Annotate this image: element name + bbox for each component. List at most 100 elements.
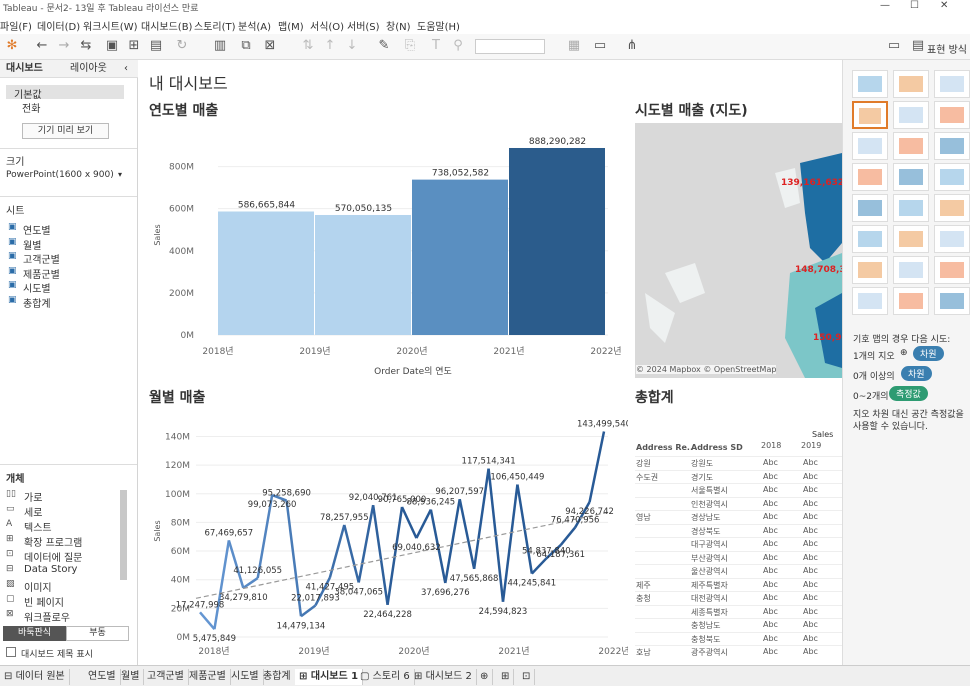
chart-type-thumbnail[interactable]	[934, 132, 970, 160]
chart-type-thumbnail[interactable]	[893, 225, 929, 253]
pause-update-icon[interactable]: ▤	[148, 38, 164, 54]
group-icon[interactable]: ⎘	[402, 38, 418, 54]
tab-layout[interactable]: 레이아웃	[70, 60, 107, 78]
chart-type-thumbnail[interactable]	[893, 163, 929, 191]
show-title-checkbox[interactable]	[6, 647, 16, 657]
menu-analysis[interactable]: 분석(A)	[238, 18, 271, 33]
chart-type-thumbnail[interactable]	[852, 163, 888, 191]
collapse-icon[interactable]: ‹	[124, 60, 128, 78]
datasource-tab[interactable]: ⊟ 데이터 원본	[0, 669, 70, 685]
clear-sheet-icon[interactable]: ⊠	[262, 38, 278, 54]
chart-type-thumbnail[interactable]	[852, 194, 888, 222]
sheet-tab[interactable]: 고객군별	[143, 669, 189, 685]
refresh-icon[interactable]: ↻	[174, 38, 190, 54]
new-datasource-icon[interactable]: ⊞	[126, 38, 142, 54]
show-me-label[interactable]: 표현 방식	[927, 41, 967, 56]
chart-type-thumbnail[interactable]	[893, 70, 929, 98]
crosstab[interactable]: Sales Address Re.. Address SD 2018 2019 …	[635, 410, 842, 665]
sheet-item[interactable]: 월별	[23, 237, 41, 252]
redo-icon[interactable]: →	[56, 38, 72, 54]
chart-type-thumbnail[interactable]	[852, 101, 888, 129]
chart-type-thumbnail[interactable]	[934, 163, 970, 191]
sheet-tab[interactable]: 총합계	[259, 669, 296, 685]
size-dropdown[interactable]: PowerPoint(1600 x 900)	[6, 170, 114, 180]
menu-data[interactable]: 데이터(D)	[37, 18, 80, 33]
chart-type-thumbnail[interactable]	[852, 70, 888, 98]
chart-type-thumbnail[interactable]	[934, 101, 970, 129]
new-worksheet-tab-icon[interactable]: ⊕	[476, 669, 494, 685]
story-tab[interactable]: ▢ 스토리 6	[356, 669, 415, 685]
monthly-sales-line-chart[interactable]: 0M20M40M60M80M100M120M140MSales2018년 2019…	[138, 405, 628, 665]
menu-story[interactable]: 스토리(T)	[194, 18, 236, 33]
object-item[interactable]: 이미지	[24, 579, 52, 594]
tableau-logo-icon[interactable]: ✻	[4, 38, 20, 54]
menu-format[interactable]: 서식(O)	[310, 18, 344, 33]
show-cards-icon[interactable]: ▦	[566, 38, 582, 54]
minimize-icon[interactable]: —	[880, 0, 890, 11]
sheet-item[interactable]: 제품군별	[23, 266, 60, 281]
menu-help[interactable]: 도움말(H)	[417, 18, 460, 33]
device-phone[interactable]: 전화	[22, 100, 40, 115]
save-icon[interactable]: ▣	[104, 38, 120, 54]
chart-type-thumbnail[interactable]	[893, 287, 929, 315]
chart-type-thumbnail[interactable]	[934, 194, 970, 222]
chart-type-thumbnail[interactable]	[852, 132, 888, 160]
sheet-item[interactable]: 총합계	[23, 295, 51, 310]
share-icon[interactable]: ⋔	[624, 38, 640, 54]
pin-icon[interactable]: ⚲	[450, 38, 466, 54]
chart-type-thumbnail[interactable]	[893, 132, 929, 160]
highlight-icon[interactable]: ✎	[376, 38, 392, 54]
duplicate-icon[interactable]: ⧉	[238, 38, 254, 54]
sheet-tab[interactable]: 연도별	[84, 669, 121, 685]
sheet-tab[interactable]: 제품군별	[185, 669, 231, 685]
new-dashboard-tab-icon[interactable]: ⊞	[497, 669, 515, 685]
dashboard-tab[interactable]: ⊞ 대시보드 2	[410, 669, 477, 685]
chart-type-thumbnail[interactable]	[893, 256, 929, 284]
chart-type-thumbnail[interactable]	[934, 70, 970, 98]
new-story-tab-icon[interactable]: ⊡	[518, 669, 536, 685]
float-toggle[interactable]: 부동	[66, 626, 129, 641]
device-preview-button[interactable]: 기기 미리 보기	[22, 123, 109, 139]
map-view[interactable]: 139,161,632 148,708,3 150,9 © 2024 Mapbo…	[635, 123, 842, 378]
menu-map[interactable]: 맵(M)	[278, 18, 304, 33]
menu-file[interactable]: 파일(F)	[0, 18, 32, 33]
presentation-icon[interactable]: ▭	[592, 38, 608, 54]
object-item[interactable]: 세로	[24, 504, 42, 519]
menu-window[interactable]: 창(N)	[386, 18, 410, 33]
maximize-icon[interactable]: ☐	[910, 0, 919, 11]
chart-type-thumbnail[interactable]	[934, 256, 970, 284]
object-item[interactable]: 가로	[24, 489, 42, 504]
menu-server[interactable]: 서버(S)	[347, 18, 380, 33]
object-item[interactable]: Data Story	[24, 564, 77, 575]
close-icon[interactable]: ✕	[940, 0, 948, 11]
chart-type-thumbnail[interactable]	[893, 101, 929, 129]
object-item[interactable]: 확장 프로그램	[24, 534, 82, 549]
menu-dashboard[interactable]: 대시보드(B)	[141, 18, 192, 33]
dashboard-tab-active[interactable]: ⊞ 대시보드 1	[295, 669, 364, 685]
show-me-icon[interactable]: ▤	[910, 38, 926, 54]
tile-toggle[interactable]: 바둑판식	[3, 626, 66, 641]
sort-desc-icon[interactable]: ↓	[344, 38, 360, 54]
object-item[interactable]: 빈 페이지	[24, 594, 64, 609]
chevron-down-icon[interactable]: ▾	[118, 170, 122, 179]
chart-type-thumbnail[interactable]	[852, 256, 888, 284]
sheet-item[interactable]: 연도별	[23, 222, 51, 237]
chart-type-thumbnail[interactable]	[893, 194, 929, 222]
chart-type-thumbnail[interactable]	[934, 287, 970, 315]
sheet-item[interactable]: 시도별	[23, 280, 51, 295]
sheet-tab[interactable]: 월별	[117, 669, 145, 685]
object-item[interactable]: 데이터에 질문	[24, 549, 82, 564]
new-worksheet-icon[interactable]: ▥	[212, 38, 228, 54]
menu-worksheet[interactable]: 워크시트(W)	[83, 18, 138, 33]
replace-icon[interactable]: ⇆	[78, 38, 94, 54]
comment-icon[interactable]: ▭	[886, 38, 902, 54]
chart-type-thumbnail[interactable]	[852, 225, 888, 253]
sheet-item[interactable]: 고객군별	[23, 251, 60, 266]
chart-type-thumbnail[interactable]	[934, 225, 970, 253]
swap-icon[interactable]: ⇅	[300, 38, 316, 54]
yearly-sales-bar-chart[interactable]: 0M 200M 400M 600M 800M Sales 586,665,844 570,05…	[138, 120, 628, 380]
tab-dashboard[interactable]: 대시보드	[6, 60, 43, 78]
object-item[interactable]: 텍스트	[24, 519, 52, 534]
map-region-capital[interactable]	[800, 153, 842, 263]
label-icon[interactable]: T	[428, 38, 444, 54]
